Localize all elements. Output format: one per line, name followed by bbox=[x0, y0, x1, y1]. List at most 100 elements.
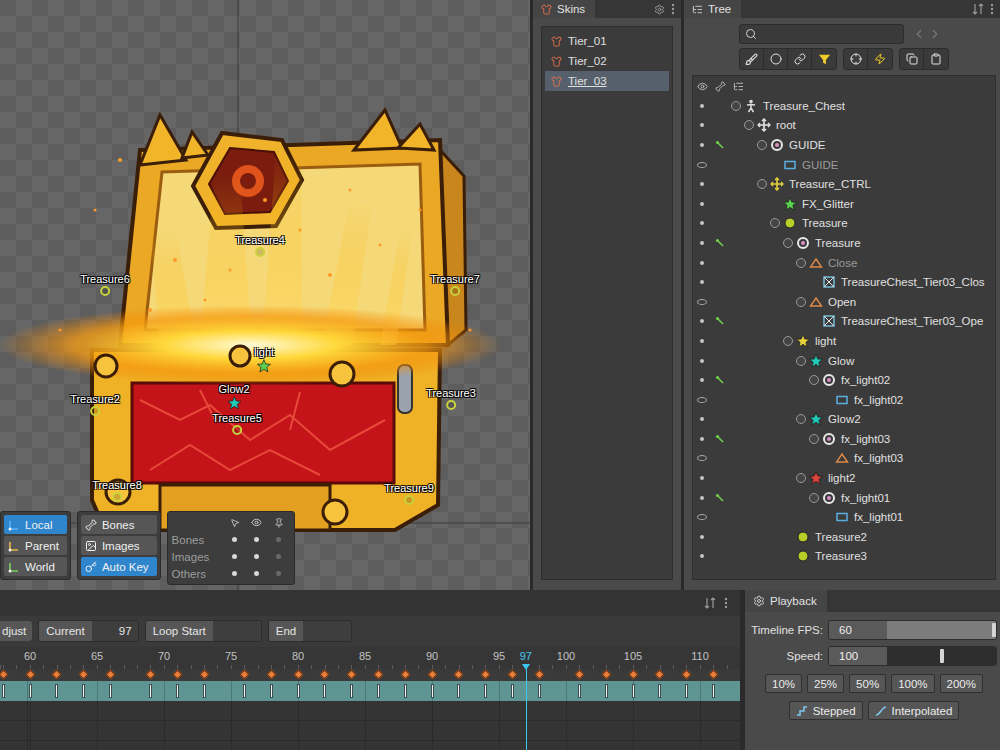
bone-marker[interactable]: Treasure2 bbox=[70, 393, 120, 416]
tree-row[interactable]: light2 bbox=[693, 468, 995, 488]
copy-button[interactable] bbox=[900, 49, 924, 69]
menu-dots-icon[interactable] bbox=[724, 597, 728, 609]
tree-row[interactable]: Treasure2 bbox=[693, 527, 995, 547]
bone-marker[interactable]: Treasure3 bbox=[426, 387, 476, 410]
back-icon[interactable] bbox=[912, 27, 926, 41]
keyframe-diamond[interactable] bbox=[172, 670, 182, 680]
tree-row[interactable]: Treasure bbox=[693, 214, 995, 234]
tree-row[interactable]: fx_light01 bbox=[693, 507, 995, 527]
eye-cell[interactable] bbox=[693, 397, 711, 403]
keyframe-diamond[interactable] bbox=[708, 670, 718, 680]
keyframe-bar[interactable] bbox=[658, 684, 661, 698]
search-field[interactable] bbox=[739, 24, 904, 44]
keyframe-bar[interactable] bbox=[270, 684, 273, 698]
eye-cell[interactable] bbox=[693, 299, 711, 305]
expander[interactable] bbox=[770, 199, 780, 209]
keyframe-diamond[interactable] bbox=[347, 670, 357, 680]
preset-button[interactable]: 200% bbox=[940, 674, 983, 693]
filter-button[interactable] bbox=[812, 49, 836, 69]
toggle-button[interactable]: Bones bbox=[81, 515, 157, 534]
expander[interactable] bbox=[770, 218, 780, 228]
expander[interactable] bbox=[796, 258, 806, 268]
keyframe-diamond[interactable] bbox=[146, 670, 156, 680]
keyframe-diamond[interactable] bbox=[320, 670, 330, 680]
keyframe-diamond[interactable] bbox=[601, 670, 611, 680]
keyframe-bar[interactable] bbox=[538, 684, 541, 698]
eye-cell[interactable] bbox=[693, 280, 711, 284]
preset-button[interactable]: 50% bbox=[849, 674, 886, 693]
eye-cell[interactable] bbox=[693, 417, 711, 421]
key-cell[interactable] bbox=[711, 375, 729, 385]
keyframe-diamond[interactable] bbox=[79, 670, 89, 680]
bone-marker[interactable]: Treasure6 bbox=[80, 273, 130, 296]
slider-value[interactable]: 60 bbox=[829, 621, 887, 639]
tree-row[interactable]: Treasure_Chest bbox=[693, 96, 995, 116]
keyframe-diamond[interactable] bbox=[293, 670, 303, 680]
bone-marker[interactable]: Treasure4 bbox=[235, 234, 285, 257]
eye-cell[interactable] bbox=[693, 514, 711, 520]
axis-button[interactable]: World bbox=[4, 557, 67, 576]
eye-cell[interactable] bbox=[693, 437, 711, 441]
bone-marker[interactable]: Treasure7 bbox=[430, 273, 480, 296]
key-cell[interactable] bbox=[711, 434, 729, 444]
keyframe-bar[interactable] bbox=[203, 684, 206, 698]
tree-row[interactable]: fx_light03 bbox=[693, 449, 995, 469]
expander[interactable] bbox=[796, 297, 806, 307]
field-value[interactable] bbox=[213, 621, 261, 641]
keyframe-diamond[interactable] bbox=[199, 670, 209, 680]
eye-cell[interactable] bbox=[693, 496, 711, 500]
playhead[interactable] bbox=[526, 665, 527, 750]
keyframe-diamond[interactable] bbox=[534, 670, 544, 680]
expander[interactable] bbox=[822, 395, 832, 405]
expander[interactable] bbox=[783, 336, 793, 346]
keyframe-diamond[interactable] bbox=[507, 670, 517, 680]
tree-row[interactable]: GUIDE bbox=[693, 155, 995, 175]
keyframe-bar[interactable] bbox=[484, 684, 487, 698]
loop-start-field[interactable]: Loop Start bbox=[145, 620, 262, 642]
keyframe-bar[interactable] bbox=[377, 684, 380, 698]
panel-tab[interactable]: Playback bbox=[745, 590, 827, 612]
keyframe-diamond[interactable] bbox=[239, 670, 249, 680]
expander[interactable] bbox=[822, 512, 832, 522]
tree-row[interactable]: fx_light02 bbox=[693, 370, 995, 390]
keyed-icon[interactable] bbox=[715, 375, 725, 385]
fps-slider[interactable]: 60 bbox=[828, 620, 997, 640]
toggle-button[interactable]: Auto Key bbox=[81, 557, 157, 576]
expander[interactable] bbox=[783, 532, 793, 542]
bone-marker[interactable]: Treasure5 bbox=[212, 412, 262, 435]
keyframe-bar[interactable] bbox=[511, 684, 514, 698]
slider-track[interactable] bbox=[887, 621, 996, 639]
field-value[interactable]: 97 bbox=[92, 621, 138, 641]
keyframe-diamond[interactable] bbox=[574, 670, 584, 680]
expander[interactable] bbox=[731, 101, 741, 111]
eye-cell[interactable] bbox=[693, 359, 711, 363]
keyframe-diamond[interactable] bbox=[266, 670, 276, 680]
tree-row[interactable]: Glow2 bbox=[693, 410, 995, 430]
expander[interactable] bbox=[796, 356, 806, 366]
skin-item[interactable]: Tier_01 bbox=[545, 31, 669, 51]
visibility-dot[interactable] bbox=[254, 554, 259, 559]
sort-icon[interactable] bbox=[972, 3, 984, 15]
filter-button[interactable] bbox=[764, 49, 788, 69]
expander[interactable] bbox=[809, 493, 819, 503]
expander[interactable] bbox=[796, 473, 806, 483]
keyframe-bar[interactable] bbox=[82, 684, 85, 698]
axis-button[interactable]: Local bbox=[4, 515, 67, 534]
bone-marker[interactable]: Glow2 bbox=[218, 383, 249, 410]
keyframe-diamond[interactable] bbox=[454, 670, 464, 680]
keyframe-diamond[interactable] bbox=[105, 670, 115, 680]
paste-button[interactable] bbox=[924, 49, 948, 69]
filter-button[interactable] bbox=[788, 49, 812, 69]
frame-ruler[interactable]: 606570758085909510010511097 bbox=[0, 647, 740, 669]
eye-cell[interactable] bbox=[693, 182, 711, 186]
forward-icon[interactable] bbox=[928, 27, 942, 41]
current-field[interactable]: Current97 bbox=[38, 620, 138, 642]
key-cell[interactable] bbox=[711, 316, 729, 326]
eye-cell[interactable] bbox=[693, 104, 711, 108]
keyframe-diamond[interactable] bbox=[628, 670, 638, 680]
eye-cell[interactable] bbox=[693, 476, 711, 480]
eye-cell[interactable] bbox=[693, 554, 711, 558]
tree-row[interactable]: TreasureChest_Tier03_Ope bbox=[693, 312, 995, 332]
keyframe-bar[interactable] bbox=[149, 684, 152, 698]
expander[interactable] bbox=[809, 316, 819, 326]
